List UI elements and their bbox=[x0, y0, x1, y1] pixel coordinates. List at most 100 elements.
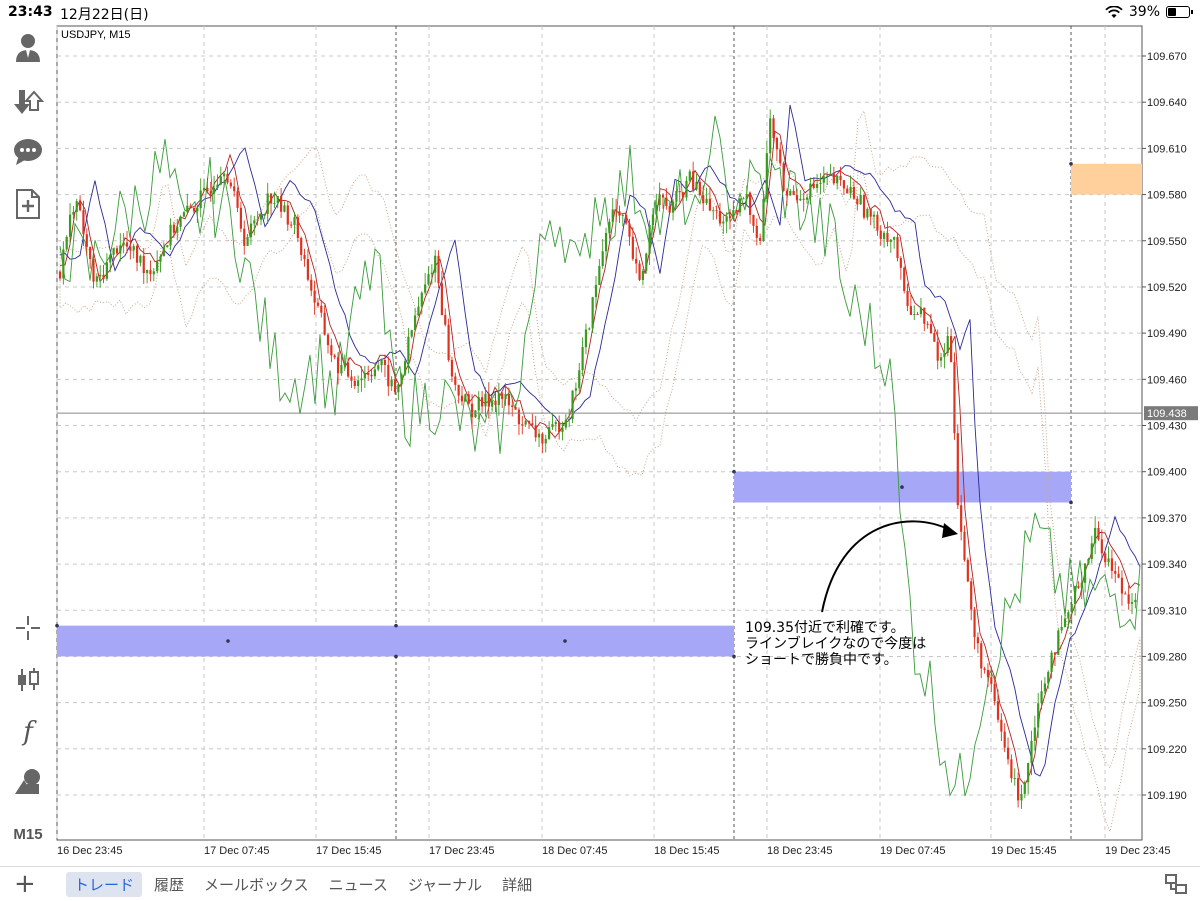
candle-body bbox=[1010, 759, 1013, 779]
candle-body bbox=[712, 210, 715, 212]
candle-body bbox=[578, 370, 581, 389]
candle-body bbox=[1067, 612, 1070, 619]
candle-body bbox=[953, 362, 956, 434]
candle-body bbox=[745, 194, 748, 199]
candle-body bbox=[568, 418, 571, 420]
candle-body bbox=[1027, 762, 1030, 783]
candle-body bbox=[876, 214, 879, 231]
candle-body bbox=[122, 242, 125, 246]
candle-body bbox=[618, 211, 621, 216]
candle-body bbox=[263, 213, 266, 215]
candle-body bbox=[300, 237, 303, 255]
candle-body bbox=[460, 395, 464, 402]
candle-body bbox=[631, 236, 634, 259]
candle-body bbox=[236, 191, 239, 208]
candle-body bbox=[658, 194, 661, 206]
trade-note-line-3: ショートで勝負中です。 bbox=[745, 652, 898, 668]
candle-body bbox=[715, 210, 718, 212]
candle-body bbox=[903, 267, 906, 292]
candle-body bbox=[661, 194, 665, 198]
candle-body bbox=[805, 197, 809, 200]
candle-body bbox=[732, 210, 735, 219]
candle-body bbox=[149, 269, 152, 275]
candle-body bbox=[477, 397, 480, 411]
candle-body bbox=[1077, 586, 1080, 588]
candle-body bbox=[162, 247, 165, 257]
candle-body bbox=[474, 410, 477, 418]
candle-body bbox=[866, 208, 869, 218]
candle-body bbox=[276, 196, 279, 204]
candle-body bbox=[943, 353, 946, 358]
candle-body bbox=[527, 420, 531, 424]
tab-details[interactable]: 詳細 bbox=[494, 872, 540, 897]
candle-body bbox=[718, 210, 722, 224]
candle-body bbox=[1050, 652, 1053, 672]
candle-body bbox=[856, 198, 859, 205]
candle-body bbox=[899, 258, 902, 268]
candle-body bbox=[628, 223, 631, 237]
candle-body bbox=[192, 208, 196, 212]
candle-body bbox=[249, 223, 253, 238]
candle-body bbox=[762, 198, 765, 241]
add-icon[interactable]: + bbox=[14, 869, 36, 899]
candle-body bbox=[558, 422, 561, 433]
tab-journal[interactable]: ジャーナル bbox=[400, 872, 490, 897]
candle-body bbox=[604, 232, 608, 252]
candle-body bbox=[742, 198, 745, 200]
candle-body bbox=[410, 330, 413, 337]
candle-body bbox=[102, 274, 105, 279]
candle-body bbox=[541, 433, 544, 444]
candle-body bbox=[256, 219, 259, 221]
candle-body bbox=[457, 384, 460, 396]
candle-body bbox=[909, 306, 912, 315]
candle-body bbox=[62, 249, 65, 279]
price-tick-label: 109.400 bbox=[1147, 467, 1187, 479]
candle-body bbox=[414, 315, 417, 331]
candle-body bbox=[980, 643, 983, 669]
candle-body bbox=[561, 427, 564, 433]
candle-body bbox=[1120, 577, 1124, 594]
bottom-bar: + トレード 履歴 メールボックス ニュース ジャーナル 詳細 bbox=[0, 866, 1200, 901]
candle-body bbox=[360, 378, 363, 381]
candle-body bbox=[685, 180, 688, 198]
tab-trade[interactable]: トレード bbox=[66, 872, 143, 897]
candle-body bbox=[1060, 626, 1063, 631]
candle-body bbox=[424, 284, 427, 293]
candle-body bbox=[819, 182, 822, 184]
candle-body bbox=[326, 334, 330, 346]
candle-body bbox=[950, 336, 953, 363]
price-tick-label: 109.310 bbox=[1147, 605, 1187, 617]
candle-body bbox=[243, 228, 246, 246]
zone-anchor-point bbox=[55, 623, 59, 628]
candle-body bbox=[330, 345, 333, 356]
candle-body bbox=[186, 205, 189, 213]
candle-body bbox=[886, 232, 889, 242]
candle-body bbox=[574, 388, 577, 391]
candle-body bbox=[1124, 593, 1127, 595]
candle-body bbox=[698, 181, 701, 196]
tab-news[interactable]: ニュース bbox=[321, 872, 396, 897]
candle-body bbox=[956, 433, 959, 506]
price-chart[interactable]: 109.670 109.640 109.610 109.580 109.550 109.5… bbox=[0, 0, 1200, 866]
candle-body bbox=[293, 217, 296, 226]
candle-body bbox=[548, 427, 551, 439]
candle-body bbox=[313, 290, 316, 303]
candle-body bbox=[373, 369, 376, 377]
candle-body bbox=[1107, 558, 1110, 563]
candle-body bbox=[772, 118, 775, 138]
candle-body bbox=[514, 406, 517, 410]
candle-body bbox=[769, 118, 772, 154]
symbol-label: USDJPY, M15 bbox=[61, 29, 131, 41]
candle-body bbox=[199, 190, 202, 209]
candle-body bbox=[963, 531, 966, 560]
candle-body bbox=[169, 224, 172, 246]
candle-body bbox=[779, 149, 782, 164]
candle-body bbox=[253, 220, 256, 224]
tab-history[interactable]: 履歴 bbox=[146, 872, 192, 897]
tab-mailbox[interactable]: メールボックス bbox=[196, 872, 317, 897]
zone-anchor-point bbox=[226, 639, 230, 643]
candle-body bbox=[146, 269, 149, 274]
layout-icon[interactable] bbox=[1164, 873, 1188, 899]
candle-body bbox=[139, 255, 142, 263]
candle-body bbox=[695, 181, 698, 190]
